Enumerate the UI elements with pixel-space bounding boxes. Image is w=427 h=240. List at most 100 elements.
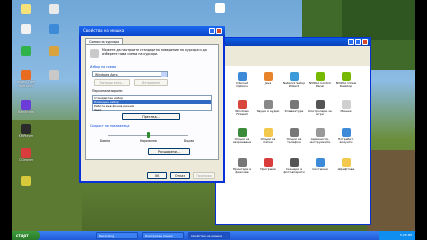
- item-label: Шрифтове: [337, 167, 355, 171]
- game-controller-icon: [315, 100, 325, 109]
- taskbar-item-active[interactable]: Свойства на мишка: [188, 232, 230, 239]
- control-panel-item[interactable]: Опции за телефон: [282, 128, 306, 145]
- cursor-list[interactable]: Стандартен избор Помощен избор Работа въ…: [92, 95, 212, 112]
- ccleaner-icon: [21, 148, 31, 158]
- close-button[interactable]: [362, 39, 368, 45]
- speed-slider-thumb[interactable]: [146, 132, 150, 138]
- slider-min-label: Бавно: [100, 139, 111, 143]
- avast-icon: [21, 70, 31, 80]
- control-panel-item[interactable]: Internet Options: [230, 72, 254, 89]
- folder-options-icon: [263, 128, 273, 137]
- desktop-icon[interactable]: [14, 4, 38, 15]
- control-panel-item[interactable]: Звуци и аудио: [256, 100, 280, 113]
- system-icon: [315, 158, 325, 167]
- control-panel-item[interactable]: Администр. инструменти: [308, 128, 332, 145]
- clock: 5:26 PM: [399, 233, 412, 237]
- speed-group-label: Скорост на показалеца: [90, 124, 130, 128]
- item-label: NVIDIA nView Desktop: [335, 81, 357, 89]
- apply-button[interactable]: Приложи: [193, 172, 215, 179]
- item-label: Windows Firewall: [235, 109, 249, 117]
- item-label: Програми: [260, 167, 276, 171]
- slider-mid-label: Нормална: [140, 139, 157, 143]
- sound-icon: [263, 100, 273, 109]
- ok-button[interactable]: OK: [147, 172, 167, 179]
- scanner-icon: [289, 158, 299, 167]
- phone-icon: [289, 128, 299, 137]
- control-panel-item[interactable]: Потребит. акаунти: [334, 128, 358, 145]
- desktop-icon[interactable]: [14, 46, 38, 57]
- scheme-group-label: Избор на схема: [90, 65, 117, 69]
- control-panel-item[interactable]: Опции за захранване: [230, 128, 254, 145]
- close-button[interactable]: [216, 28, 222, 34]
- control-panel-item[interactable]: Шрифтове: [334, 158, 358, 171]
- internet-options-icon: [237, 72, 247, 81]
- scheme-select[interactable]: Windows Aero: [92, 71, 168, 77]
- control-panel-item[interactable]: Системни: [308, 158, 332, 171]
- customize-label: Персонализиране:: [92, 89, 124, 93]
- desktop-icon[interactable]: [208, 3, 232, 14]
- desktop-icon[interactable]: [42, 4, 66, 15]
- item-label: Опции за папки: [260, 137, 276, 145]
- desktop-icon[interactable]: [14, 176, 38, 187]
- control-panel-item[interactable]: Network Setup Wizard: [282, 72, 306, 89]
- app-icon: [49, 24, 59, 34]
- desktop-icon[interactable]: avast! Free Antivirus: [14, 70, 38, 89]
- taskbar-item[interactable]: Recording: [96, 232, 138, 239]
- app-icon: [21, 24, 31, 34]
- keyboard-icon: [289, 100, 299, 109]
- scheme-select-value: Windows Aero: [95, 73, 118, 77]
- minimize-button[interactable]: [348, 39, 354, 45]
- dialog-titlebar[interactable]: Свойства на мишка: [79, 26, 225, 36]
- advanced-button[interactable]: Разширени...: [148, 148, 190, 155]
- control-panel-item[interactable]: Скенери и фотоапарати: [282, 158, 306, 175]
- control-panel-item[interactable]: Java: [256, 72, 280, 85]
- item-label: Скенери и фотоапарати: [283, 167, 305, 175]
- nvidia-nview-icon: [341, 72, 351, 81]
- browse-button[interactable]: Преглед...: [122, 113, 180, 120]
- control-panel-item[interactable]: Контролери за игри: [308, 100, 332, 117]
- control-panel-titlebar[interactable]: [216, 38, 370, 46]
- desktop-icon[interactable]: CCleaner: [14, 148, 38, 163]
- item-label: Мишка: [340, 109, 352, 113]
- app-icon: [49, 4, 59, 14]
- description-text: Можете да настроите стандартно поведение…: [102, 48, 207, 56]
- desktop-icon[interactable]: KMPlayer: [14, 124, 38, 139]
- bandicam-icon: [21, 100, 31, 110]
- chevron-down-icon: [161, 72, 167, 77]
- control-panel-window[interactable]: Internet Options Java Network Setup Wiza…: [215, 37, 371, 225]
- desktop-icon-label: CCleaner: [18, 158, 34, 162]
- start-button[interactable]: старт: [12, 231, 40, 240]
- control-panel-icons: Internet Options Java Network Setup Wiza…: [216, 66, 370, 224]
- desktop-icon-label: avast! Free Antivirus: [17, 80, 35, 88]
- save-as-button[interactable]: Запиши като...: [94, 79, 130, 86]
- control-panel-item[interactable]: NVIDIA nView Desktop: [334, 72, 358, 89]
- kmplayer-icon: [21, 124, 31, 134]
- control-panel-item[interactable]: Принтери и факсове: [230, 158, 254, 175]
- app-icon: [49, 70, 59, 80]
- desktop-icon[interactable]: [42, 46, 66, 57]
- control-panel-item[interactable]: Клавиатура: [282, 100, 306, 113]
- desktop-icon[interactable]: Bandicam: [14, 100, 38, 115]
- item-label: Клавиатура: [284, 109, 304, 113]
- desktop-icon[interactable]: [42, 24, 66, 35]
- help-button[interactable]: [209, 28, 215, 34]
- tree-foliage-dark: [342, 0, 415, 40]
- delete-button[interactable]: Изтриване: [134, 79, 168, 86]
- desktop-icon[interactable]: [42, 70, 66, 81]
- item-label: Network Setup Wizard: [282, 81, 306, 89]
- maximize-button[interactable]: [355, 39, 361, 45]
- mouse-properties-dialog[interactable]: Свойства на мишка Схеми на курсора Может…: [79, 26, 225, 183]
- control-panel-item[interactable]: NVIDIA Control Panel: [308, 72, 332, 89]
- control-panel-item[interactable]: Програми: [256, 158, 280, 171]
- control-panel-item[interactable]: Мишка: [334, 100, 358, 113]
- control-panel-item[interactable]: Windows Firewall: [230, 100, 254, 117]
- control-panel-item[interactable]: Опции за папки: [256, 128, 280, 145]
- desktop-icon[interactable]: [14, 24, 38, 35]
- firewall-icon: [237, 100, 247, 109]
- list-item[interactable]: Зает: [93, 108, 211, 112]
- network-setup-icon: [289, 72, 299, 81]
- taskbar-item[interactable]: Контролен панел: [142, 232, 184, 239]
- cancel-button[interactable]: Отказ: [170, 172, 190, 179]
- user-accounts-icon: [341, 128, 351, 137]
- programs-icon: [263, 158, 273, 167]
